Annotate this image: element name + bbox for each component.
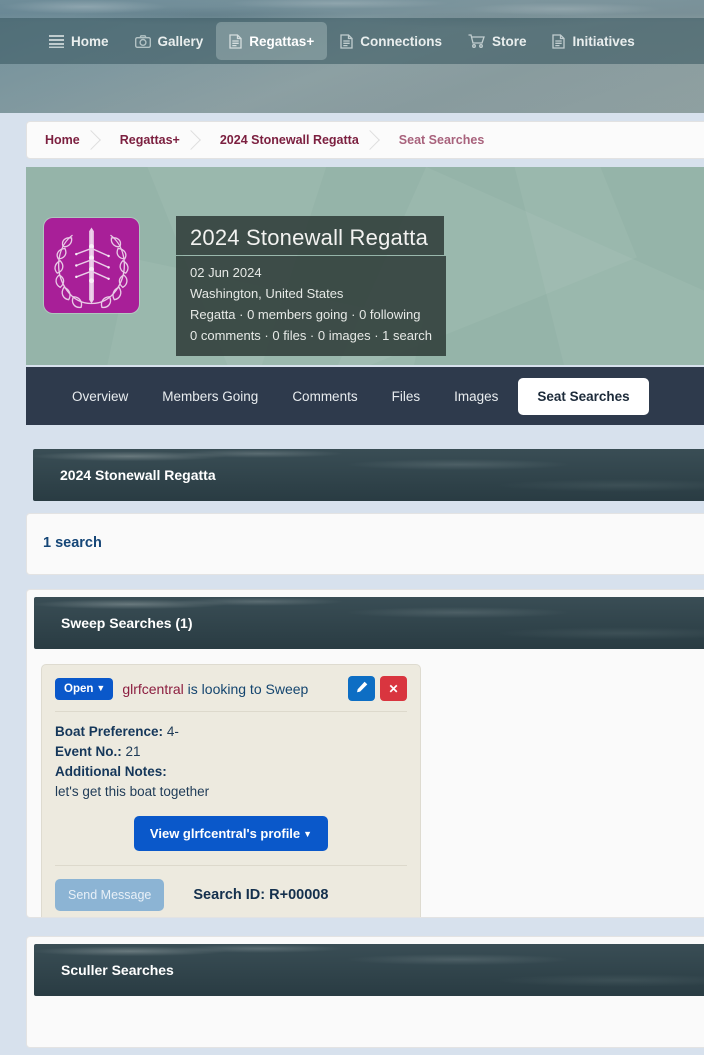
document-icon xyxy=(229,33,242,49)
nav-item-label: Store xyxy=(491,33,527,49)
nav-item-label: Gallery xyxy=(157,33,204,49)
nav-item-label: Regattas+ xyxy=(249,33,315,49)
search-card-title-rest: is looking to Sweep xyxy=(183,680,309,697)
breadcrumb: Home Regattas+ 2024 Stonewall Regatta Se… xyxy=(26,121,704,159)
page-title: 2024 Stonewall Regatta xyxy=(190,225,429,250)
sculler-searches-header: Sculler Searches xyxy=(34,944,704,996)
event-stats-secondary: 0 comments · 0 files · 0 images · 1 sear… xyxy=(190,328,433,343)
search-card-fields: Boat Preference: 4- Event No.: 21 Additi… xyxy=(55,712,407,802)
sweep-searches-header: Sweep Searches (1) xyxy=(34,597,704,649)
tab-comments[interactable]: Comments xyxy=(278,380,371,413)
event-stats-primary: Regatta · 0 members going · 0 following xyxy=(190,307,421,322)
event-location: Washington, United States xyxy=(190,286,344,301)
event-hero-banner: 2024 Stonewall Regatta 02 Jun 2024 Washi… xyxy=(26,167,704,365)
main-navigation: Home Gallery Regattas+ Connections Store… xyxy=(0,18,704,64)
nav-item-label: Home xyxy=(71,33,109,49)
nav-item-gallery[interactable]: Gallery xyxy=(122,22,217,60)
breadcrumb-item-regatta[interactable]: 2024 Stonewall Regatta xyxy=(220,133,391,147)
nav-item-regattas[interactable]: Regattas+ xyxy=(216,22,328,60)
additional-notes-label: Additional Notes: xyxy=(55,764,167,779)
event-tab-bar: Overview Members Going Comments Files Im… xyxy=(26,367,704,425)
event-logo xyxy=(44,218,139,313)
document-icon xyxy=(552,33,566,49)
status-badge-open[interactable]: Open ▼ xyxy=(55,677,114,700)
event-date: 02 Jun 2024 xyxy=(190,265,262,280)
regatta-name-header: 2024 Stonewall Regatta xyxy=(33,449,704,501)
search-id-label: Search ID: R+00008 xyxy=(193,887,329,903)
event-meta-box: 02 Jun 2024 Washington, United States Re… xyxy=(176,256,447,356)
seat-search-card: Open ▼ glrfcentral is looking to Sweep ✕ … xyxy=(41,664,421,917)
top-banner: Home Gallery Regattas+ Connections Store… xyxy=(0,0,704,113)
nav-item-connections[interactable]: Connections xyxy=(327,22,455,60)
search-count-panel: 1 search xyxy=(26,513,704,575)
event-title-box: 2024 Stonewall Regatta xyxy=(176,216,445,255)
chevron-down-icon: ▼ xyxy=(96,682,106,693)
send-message-button[interactable]: Send Message xyxy=(55,879,165,911)
sculler-searches-panel: Sculler Searches xyxy=(26,936,704,1048)
tab-files[interactable]: Files xyxy=(378,380,435,413)
search-count-label: 1 search xyxy=(43,535,102,551)
boat-preference-label: Boat Preference: xyxy=(55,724,164,739)
nav-item-home[interactable]: Home xyxy=(36,22,122,60)
camera-icon xyxy=(134,34,151,48)
view-profile-button[interactable]: View glrfcentral's profile ▼ xyxy=(133,816,329,851)
nav-item-label: Connections xyxy=(360,33,442,49)
search-card-footer: Send Message Search ID: R+00008 xyxy=(55,879,407,911)
tab-seat-searches[interactable]: Seat Searches xyxy=(518,377,649,415)
edit-search-button[interactable] xyxy=(348,676,375,701)
additional-notes-value: let's get this boat together xyxy=(55,784,210,799)
breadcrumb-item-home[interactable]: Home xyxy=(45,133,112,147)
cart-icon xyxy=(468,34,485,48)
nav-item-initiatives[interactable]: Initiatives xyxy=(539,22,647,60)
sweep-searches-panel: Sweep Searches (1) Open ▼ glrfcentral is … xyxy=(26,589,704,918)
boat-preference-row: Boat Preference: 4- xyxy=(55,722,407,742)
document-icon xyxy=(340,33,353,49)
profile-button-row: View glrfcentral's profile ▼ xyxy=(55,816,407,866)
nav-item-label: Initiatives xyxy=(572,33,635,49)
event-no-label: Event No.: xyxy=(55,744,122,759)
tab-members-going[interactable]: Members Going xyxy=(148,380,272,413)
search-card-title: glrfcentral is looking to Sweep xyxy=(122,681,308,697)
pencil-icon xyxy=(356,681,368,696)
boat-preference-value: 4- xyxy=(166,724,179,739)
status-badge-label: Open xyxy=(64,682,94,695)
view-profile-label: View glrfcentral's profile xyxy=(149,826,301,841)
tab-images[interactable]: Images xyxy=(440,380,512,413)
breadcrumb-item-regattas[interactable]: Regattas+ xyxy=(120,133,212,147)
laurel-wreath-rowing-icon xyxy=(54,227,129,309)
search-card-actions: ✕ xyxy=(348,676,407,701)
tab-overview[interactable]: Overview xyxy=(58,380,142,413)
close-icon: ✕ xyxy=(388,681,399,696)
event-no-row: Event No.: 21 xyxy=(55,742,407,762)
search-card-header: Open ▼ glrfcentral is looking to Sweep ✕ xyxy=(55,676,407,712)
chevron-down-icon: ▼ xyxy=(303,829,313,839)
event-no-value: 21 xyxy=(125,744,141,759)
additional-notes-row: Additional Notes: xyxy=(55,762,407,782)
search-card-username[interactable]: glrfcentral xyxy=(122,681,183,697)
nav-item-store[interactable]: Store xyxy=(455,22,540,60)
delete-search-button[interactable]: ✕ xyxy=(380,676,407,701)
breadcrumb-item-current: Seat Searches xyxy=(398,133,485,147)
list-icon xyxy=(49,34,64,48)
regatta-name-panel: 2024 Stonewall Regatta xyxy=(26,449,704,502)
